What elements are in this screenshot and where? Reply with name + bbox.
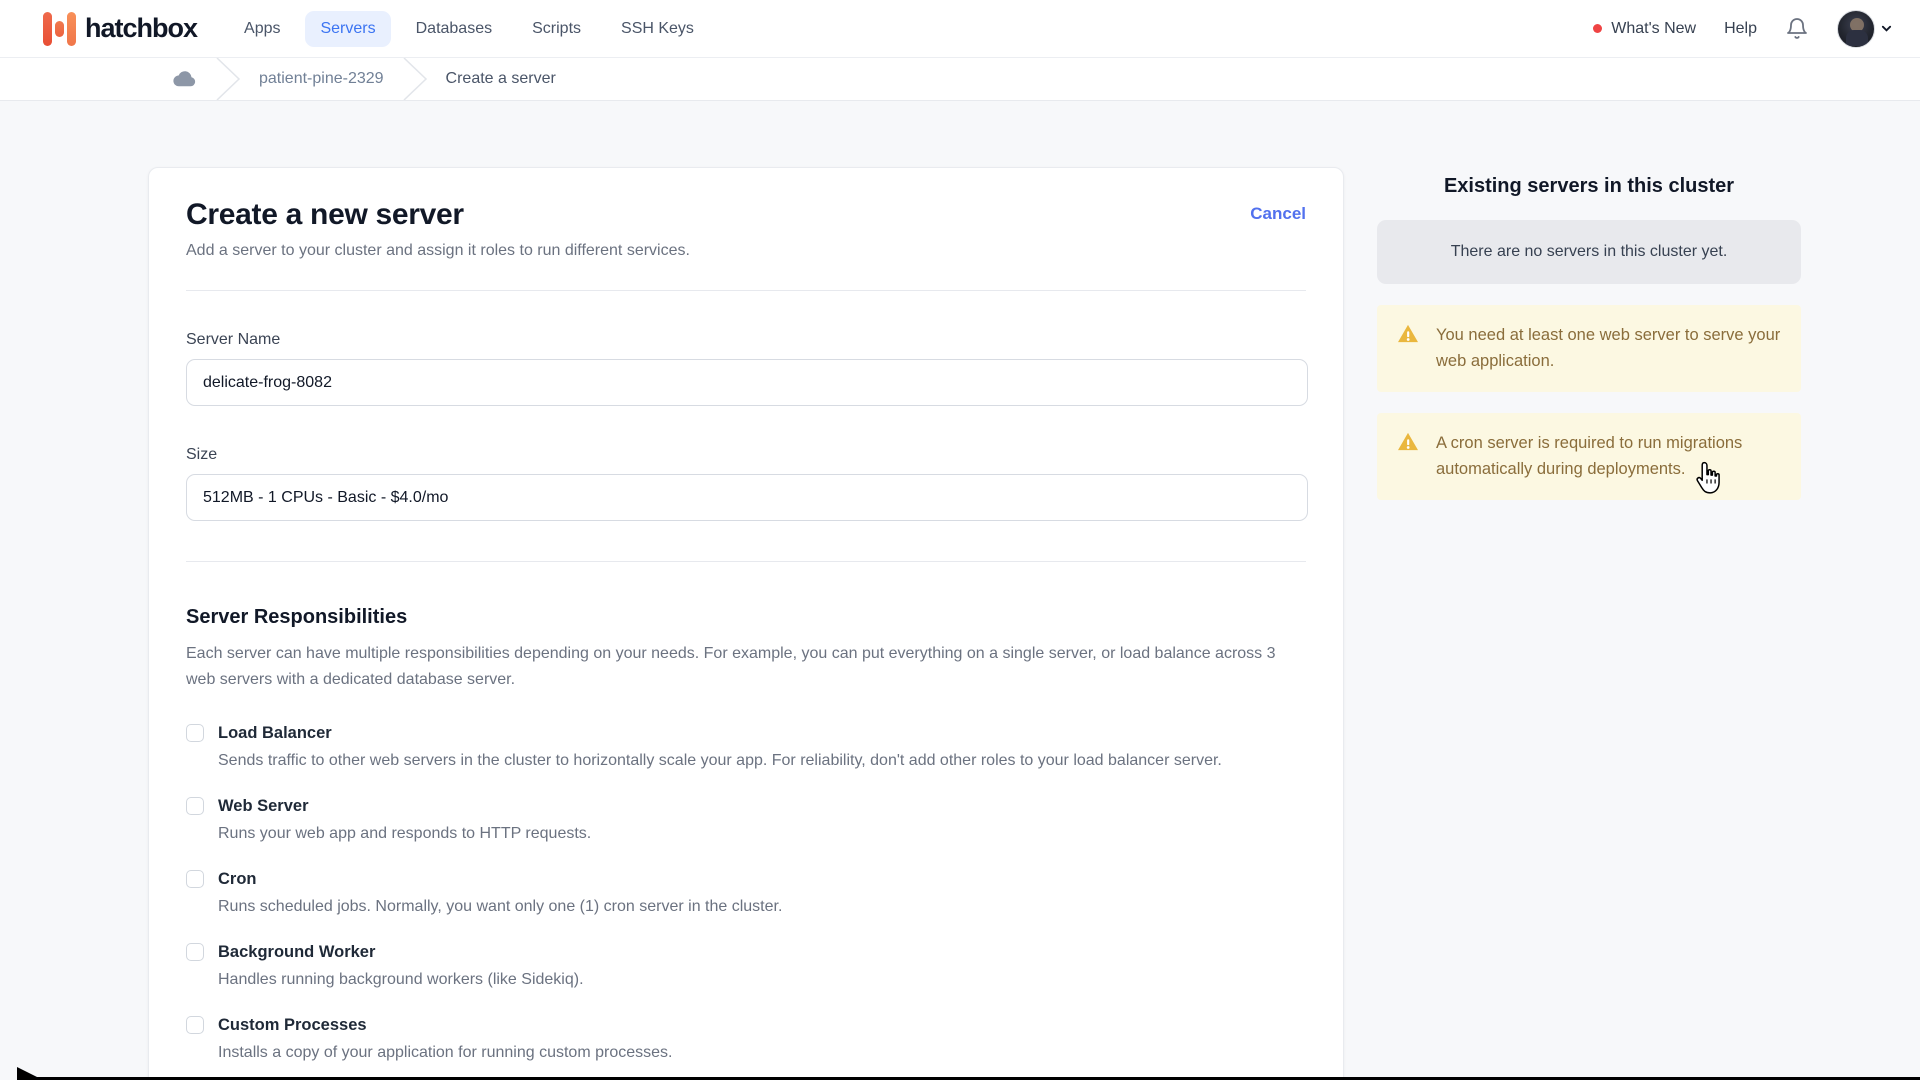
help-link[interactable]: Help bbox=[1724, 20, 1757, 38]
option-description: Sends traffic to other web servers in th… bbox=[218, 752, 1306, 770]
chevron-down-icon bbox=[1881, 23, 1892, 34]
option-description: Runs scheduled jobs. Normally, you want … bbox=[218, 898, 1306, 916]
divider bbox=[186, 290, 1306, 291]
page-subtitle: Add a server to your cluster and assign … bbox=[186, 242, 1306, 260]
nav-item-apps[interactable]: Apps bbox=[229, 11, 295, 47]
breadcrumb-separator bbox=[402, 58, 428, 100]
account-menu[interactable] bbox=[1837, 10, 1892, 48]
server-name-label: Server Name bbox=[186, 331, 1306, 349]
primary-nav: Apps Servers Databases Scripts SSH Keys bbox=[229, 11, 709, 47]
whats-new-label: What's New bbox=[1611, 20, 1696, 38]
responsibilities-title: Server Responsibilities bbox=[186, 606, 1306, 629]
load-balancer-checkbox[interactable] bbox=[186, 724, 204, 742]
top-navigation: hatchbox Apps Servers Databases Scripts … bbox=[0, 0, 1920, 58]
warning-web-server: You need at least one web server to serv… bbox=[1377, 305, 1801, 392]
nav-item-servers[interactable]: Servers bbox=[305, 11, 390, 47]
warning-icon bbox=[1397, 324, 1419, 344]
main-content: Create a new server Cancel Add a server … bbox=[0, 101, 1920, 1080]
option-custom-processes: Custom Processes Installs a copy of your… bbox=[186, 1016, 1306, 1062]
server-name-input[interactable] bbox=[186, 359, 1308, 406]
warning-icon bbox=[1397, 432, 1419, 452]
brand-logo[interactable]: hatchbox bbox=[43, 11, 197, 47]
avatar[interactable] bbox=[1837, 10, 1875, 48]
nav-item-scripts[interactable]: Scripts bbox=[517, 11, 596, 47]
cancel-button[interactable]: Cancel bbox=[1250, 204, 1306, 224]
cloud-icon[interactable] bbox=[170, 69, 197, 89]
cluster-sidebar: Existing servers in this cluster There a… bbox=[1377, 167, 1801, 500]
responsibilities-description: Each server can have multiple responsibi… bbox=[186, 641, 1301, 694]
warning-cron: A cron server is required to run migrati… bbox=[1377, 413, 1801, 500]
notification-dot bbox=[1593, 24, 1602, 33]
divider bbox=[186, 561, 1306, 562]
size-select[interactable]: 512MB - 1 CPUs - Basic - $4.0/mo bbox=[186, 474, 1308, 521]
option-description: Handles running background workers (like… bbox=[218, 971, 1306, 989]
warning-text: A cron server is required to run migrati… bbox=[1436, 430, 1781, 483]
hatchbox-logo-icon bbox=[43, 11, 76, 47]
warning-text: You need at least one web server to serv… bbox=[1436, 322, 1781, 375]
responsibilities-options: Load Balancer Sends traffic to other web… bbox=[186, 724, 1306, 1080]
empty-servers-message: There are no servers in this cluster yet… bbox=[1377, 220, 1801, 284]
screen-corner-artifact bbox=[17, 1067, 43, 1080]
nav-item-databases[interactable]: Databases bbox=[401, 11, 508, 47]
option-label[interactable]: Custom Processes bbox=[218, 1016, 367, 1035]
breadcrumb-separator bbox=[215, 58, 241, 100]
option-label[interactable]: Load Balancer bbox=[218, 724, 332, 743]
option-load-balancer: Load Balancer Sends traffic to other web… bbox=[186, 724, 1306, 770]
size-label: Size bbox=[186, 446, 1306, 464]
create-server-card: Create a new server Cancel Add a server … bbox=[148, 167, 1344, 1080]
option-label[interactable]: Background Worker bbox=[218, 943, 375, 962]
option-label[interactable]: Web Server bbox=[218, 797, 309, 816]
brand-name: hatchbox bbox=[85, 13, 197, 44]
nav-item-ssh-keys[interactable]: SSH Keys bbox=[606, 11, 709, 47]
breadcrumb-cluster[interactable]: patient-pine-2329 bbox=[259, 70, 384, 88]
breadcrumb: patient-pine-2329 Create a server bbox=[0, 58, 1920, 101]
bell-icon[interactable] bbox=[1785, 17, 1809, 41]
cron-checkbox[interactable] bbox=[186, 870, 204, 888]
breadcrumb-current-page: Create a server bbox=[446, 70, 556, 88]
option-cron: Cron Runs scheduled jobs. Normally, you … bbox=[186, 870, 1306, 916]
whats-new-link[interactable]: What's New bbox=[1593, 20, 1696, 38]
option-background-worker: Background Worker Handles running backgr… bbox=[186, 943, 1306, 989]
option-description: Installs a copy of your application for … bbox=[218, 1044, 1306, 1062]
custom-processes-checkbox[interactable] bbox=[186, 1016, 204, 1034]
sidebar-title: Existing servers in this cluster bbox=[1377, 175, 1801, 198]
page-title: Create a new server bbox=[186, 198, 464, 232]
background-worker-checkbox[interactable] bbox=[186, 943, 204, 961]
web-server-checkbox[interactable] bbox=[186, 797, 204, 815]
option-description: Runs your web app and responds to HTTP r… bbox=[218, 825, 1306, 843]
option-label[interactable]: Cron bbox=[218, 870, 257, 889]
option-web-server: Web Server Runs your web app and respond… bbox=[186, 797, 1306, 843]
